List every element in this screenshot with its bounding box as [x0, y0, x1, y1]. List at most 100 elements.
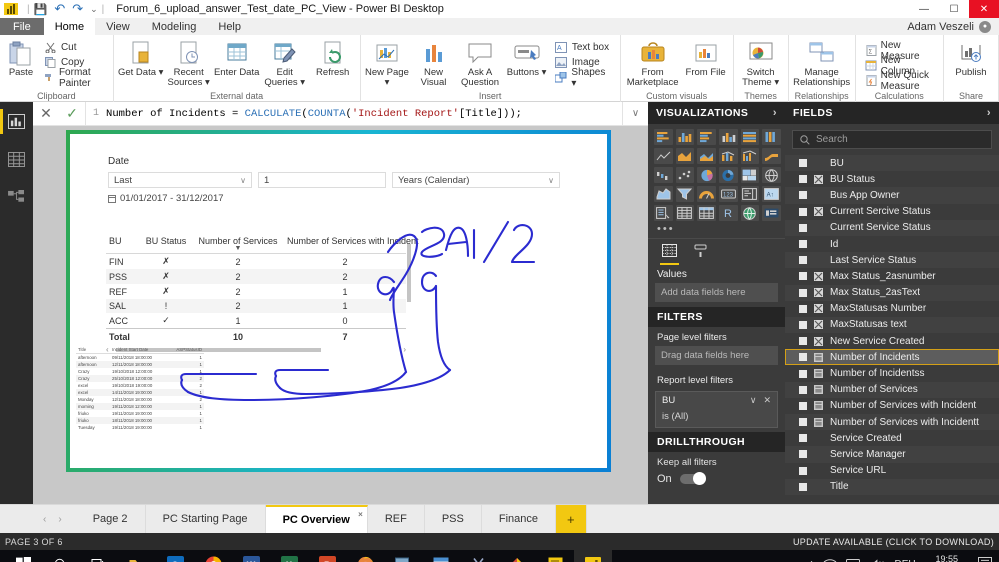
clock[interactable]: 19:55 11/12/2018	[925, 554, 969, 562]
field-checkbox[interactable]	[799, 256, 807, 265]
account-area[interactable]: Adam Veszeli ●	[907, 18, 999, 35]
field-item-number-of-incidents[interactable]: Number of Incidents	[785, 349, 999, 366]
field-item-bus-app-owner[interactable]: Bus App Owner	[785, 187, 999, 204]
format-painter-button[interactable]: Format Painter	[41, 67, 108, 89]
formula-expand-button[interactable]: ∨	[622, 101, 648, 126]
filled-map-icon[interactable]	[654, 186, 673, 202]
ribbon-chart-icon[interactable]	[762, 148, 781, 164]
wifi-icon[interactable]	[823, 558, 837, 562]
snipping-tool-icon[interactable]	[460, 550, 498, 562]
page-tab-pc-overview[interactable]: PC Overview ×	[265, 505, 368, 533]
minimize-button[interactable]: —	[909, 0, 939, 18]
buttons-button[interactable]: Buttons ▾	[503, 37, 550, 78]
maximize-button[interactable]: ☐	[939, 0, 969, 18]
line-stacked-column-chart-icon[interactable]	[718, 148, 738, 164]
close-button[interactable]: ✕	[969, 0, 999, 18]
field-checkbox[interactable]	[799, 223, 807, 232]
enter-data-button[interactable]: Enter Data	[213, 37, 261, 78]
slicer-icon[interactable]	[654, 205, 673, 221]
collapse-fields-icon[interactable]: ›	[987, 107, 991, 119]
field-checkbox[interactable]	[799, 304, 807, 313]
field-item-max-status-2asnumber[interactable]: Max Status_2asnumber	[785, 268, 999, 284]
ask-question-button[interactable]: Ask A Question	[457, 37, 504, 88]
waterfall-chart-icon[interactable]	[654, 167, 673, 183]
date-slicer-number-input[interactable]: 1	[258, 172, 386, 188]
firefox-icon[interactable]	[346, 550, 384, 562]
field-item-maxstatusas-text[interactable]: MaxStatusas text	[785, 316, 999, 334]
field-item-id[interactable]: Id	[785, 236, 999, 252]
field-item-max-status-2astext[interactable]: Max Status_2asText	[785, 284, 999, 301]
system-tray[interactable]: ˄ DEU 19:55 11/12/2018 1	[809, 554, 999, 562]
report-filter-card-bu[interactable]: BU ∨ ✕ is (All)	[655, 391, 778, 428]
publish-button[interactable]: Publish	[947, 37, 995, 78]
area-chart-icon[interactable]	[675, 148, 695, 164]
page-tab-navigation[interactable]: ‹ ›	[0, 505, 76, 533]
paste-button[interactable]: Paste	[3, 37, 39, 78]
clustered-bar-chart-icon[interactable]	[697, 129, 716, 145]
field-checkbox[interactable]	[799, 401, 807, 410]
field-checkbox[interactable]	[799, 288, 807, 297]
field-item-number-of-incidentss[interactable]: Number of Incidentss	[785, 365, 999, 381]
page-tab-pss[interactable]: PSS	[424, 505, 482, 533]
field-item-current-service-status[interactable]: Current Service Status	[785, 219, 999, 236]
column-header-number-of-services[interactable]: Number of Services ▼	[192, 234, 284, 254]
page-tab-strip[interactable]: ‹ › Page 2 PC Starting Page PC Overview …	[0, 504, 999, 533]
media-player-icon[interactable]	[422, 550, 460, 562]
powerbi-icon[interactable]	[574, 550, 612, 562]
cut-button[interactable]: Cut	[41, 40, 108, 55]
battery-icon[interactable]	[846, 558, 863, 562]
data-view-icon[interactable]	[5, 149, 28, 170]
scrollbar-thumb[interactable]	[407, 244, 411, 302]
field-item-maxstatusas-number[interactable]: MaxStatusas Number	[785, 301, 999, 317]
formula-input[interactable]: 1 Number of Incidents = CALCULATE(COUNTA…	[85, 101, 622, 126]
chrome-icon[interactable]	[194, 550, 232, 562]
windows-taskbar[interactable]: O W X P ˄ DEU 19:55 11/12/2018 1	[0, 550, 999, 562]
fields-search-box[interactable]: Search	[792, 130, 992, 149]
formula-cancel-button[interactable]: ✕	[33, 105, 59, 122]
column-header-bu[interactable]: BU	[106, 234, 140, 254]
page-tab-finance[interactable]: Finance	[481, 505, 556, 533]
from-file-button[interactable]: From File	[682, 37, 730, 78]
file-explorer-icon[interactable]	[118, 550, 156, 562]
paint-icon[interactable]	[498, 550, 536, 562]
pie-chart-icon[interactable]	[697, 167, 716, 183]
field-checkbox[interactable]	[799, 272, 807, 281]
detail-column-title[interactable]: Title	[76, 346, 110, 354]
page-next-icon[interactable]: ›	[58, 514, 61, 525]
field-checkbox[interactable]	[799, 434, 807, 443]
field-checkbox[interactable]	[799, 450, 807, 459]
table-icon[interactable]	[675, 205, 695, 221]
detail-column-aspstatusid[interactable]: ASPStatusID	[172, 346, 204, 354]
field-checkbox[interactable]	[799, 418, 807, 427]
table-vertical-scrollbar[interactable]	[406, 234, 412, 330]
save-icon[interactable]: 💾	[34, 3, 48, 16]
line-clustered-column-chart-icon[interactable]	[740, 148, 760, 164]
switch-theme-button[interactable]: Switch Theme ▾	[737, 37, 785, 88]
edit-queries-button[interactable]: Edit Queries ▾	[261, 37, 309, 88]
arcgis-map-icon[interactable]	[740, 205, 760, 221]
clustered-column-chart-icon[interactable]	[718, 129, 738, 145]
model-view-icon[interactable]	[5, 187, 28, 208]
field-item-service-manager[interactable]: Service Manager	[785, 446, 999, 463]
undo-icon[interactable]: ↶	[54, 1, 65, 17]
scatter-chart-icon[interactable]	[675, 167, 695, 183]
field-item-bu[interactable]: BU	[785, 155, 999, 172]
new-visual-button[interactable]: New Visual	[410, 37, 457, 88]
field-checkbox[interactable]	[799, 207, 807, 216]
field-checkbox[interactable]	[799, 353, 807, 362]
customize-qat-icon[interactable]: ⌄	[90, 4, 98, 15]
ribbon-tab-help[interactable]: Help	[207, 18, 252, 35]
action-center-icon[interactable]: 1	[978, 556, 993, 562]
collapse-visualizations-icon[interactable]: ›	[773, 107, 777, 119]
field-checkbox[interactable]	[799, 482, 807, 491]
field-item-bu-status[interactable]: BU Status	[785, 171, 999, 187]
100-stacked-column-chart-icon[interactable]	[762, 129, 781, 145]
r-script-visual-icon[interactable]: R	[718, 205, 738, 221]
drillthrough-toggle-row[interactable]: On	[648, 470, 785, 488]
detail-column-incident-start-date[interactable]: Incident Start Date	[110, 346, 172, 354]
outlook-icon[interactable]: O	[156, 550, 194, 562]
new-page-button[interactable]: New Page ▾	[364, 37, 411, 88]
field-item-number-of-services[interactable]: Number of Services	[785, 381, 999, 398]
field-item-number-of-services-with-incident[interactable]: Number of Services with Incident	[785, 398, 999, 414]
treemap-icon[interactable]	[740, 167, 760, 183]
